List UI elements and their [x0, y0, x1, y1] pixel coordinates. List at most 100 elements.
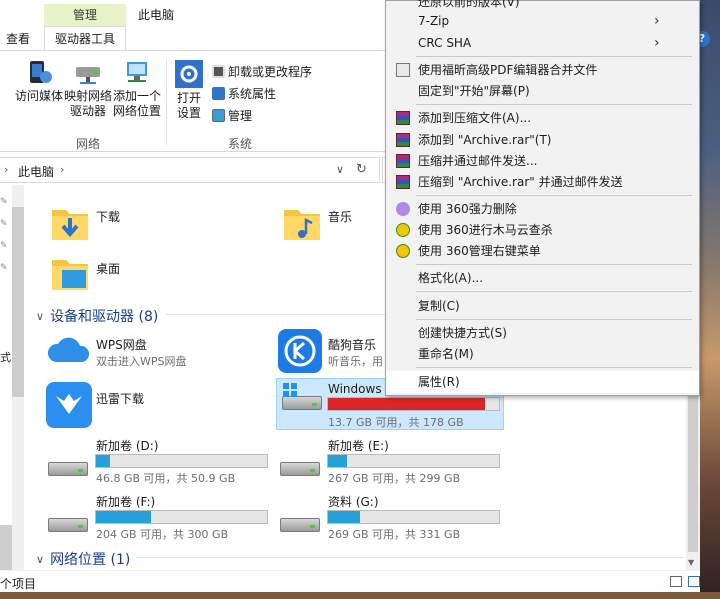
manage-button[interactable]: 管理: [212, 107, 252, 124]
menu-item-foxit-merge[interactable]: 使用福昕高级PDF编辑器合并文件: [386, 59, 699, 81]
winrar-icon: [396, 111, 410, 125]
computer-manage-icon: [212, 109, 225, 122]
tab-manage[interactable]: 管理: [44, 4, 126, 26]
address-bar[interactable]: › 此电脑 › ∨ ↻: [0, 157, 380, 183]
tab-drive-tools[interactable]: 驱动器工具: [44, 26, 126, 50]
ribbon-separator: [166, 59, 167, 145]
drive-name[interactable]: 新加卷 (D:): [96, 437, 158, 454]
scroll-down-icon[interactable]: ▼: [688, 558, 694, 567]
network-location-icon: [127, 62, 147, 82]
menu-item-pin-start[interactable]: 固定到"开始"屏幕(P): [386, 80, 699, 102]
menu-item-label: 使用 360进行木马云查杀: [418, 223, 553, 237]
drive-usage-bar: [327, 454, 500, 468]
foxit-pdf-icon: [396, 63, 410, 77]
menu-item-rename[interactable]: 重命名(M): [386, 343, 699, 365]
address-path-chevron[interactable]: ›: [60, 163, 64, 176]
winrar-icon: [396, 175, 410, 189]
access-media-label: 访问媒体: [14, 89, 63, 103]
hard-drive-icon[interactable]: [280, 514, 320, 532]
status-item-count: 个项目: [0, 577, 37, 591]
network-section-header[interactable]: ∨ 网络位置 (1): [36, 549, 130, 569]
add-location-label-2: 网络位置: [112, 104, 161, 118]
kugou-drive-name[interactable]: 酷狗音乐: [328, 336, 376, 353]
drive-name[interactable]: 新加卷 (F:): [96, 493, 155, 510]
downloads-folder-icon[interactable]: [48, 202, 92, 246]
menu-item-format[interactable]: 格式化(A)...: [386, 267, 699, 289]
menu-item-create-shortcut[interactable]: 创建快捷方式(S): [386, 322, 699, 344]
tab-view[interactable]: 查看: [6, 30, 30, 47]
system-properties-button[interactable]: 系统属性: [212, 85, 276, 102]
hard-drive-icon[interactable]: [280, 458, 320, 476]
menu-item-compress-email[interactable]: 压缩并通过邮件发送...: [386, 150, 699, 172]
details-view-icon[interactable]: [670, 576, 682, 587]
windows-logo-icon: [283, 383, 297, 397]
status-bar: 个项目: [0, 570, 700, 592]
menu-item-add-archive-rar[interactable]: 添加到 "Archive.rar"(T): [386, 129, 699, 151]
nav-item-partial[interactable]: 式: [0, 349, 11, 365]
wps-drive-name[interactable]: WPS网盘: [96, 336, 147, 353]
system-properties-label: 系统属性: [228, 87, 277, 101]
address-root-chevron[interactable]: ›: [4, 163, 8, 176]
drive-usage-bar: [95, 510, 268, 524]
uninstall-label: 卸载或更改程序: [228, 65, 313, 79]
devices-section-title: 设备和驱动器 (8): [50, 309, 159, 325]
360-delete-icon: [396, 202, 410, 216]
pin-icon: ✎: [0, 219, 8, 229]
360-scan-icon: [396, 223, 410, 237]
open-settings-button[interactable]: 打开 设置: [172, 59, 206, 121]
menu-item-crc-sha[interactable]: CRC SHA ›: [386, 32, 699, 54]
navigation-pane: ✎ ✎ ✎ ✎ 式: [0, 185, 26, 570]
folder-name[interactable]: 音乐: [328, 208, 352, 225]
menu-item-360-delete[interactable]: 使用 360强力删除: [386, 198, 699, 220]
xunlei-download-icon[interactable]: [46, 382, 92, 428]
chevron-down-icon: ∨: [36, 309, 45, 323]
drive-name[interactable]: Windows (: [328, 382, 390, 396]
access-media-button[interactable]: 访问媒体: [14, 57, 64, 104]
devices-section-header[interactable]: ∨ 设备和驱动器 (8): [36, 306, 158, 326]
submenu-arrow-icon: ›: [654, 35, 660, 51]
refresh-icon[interactable]: ↻: [356, 162, 367, 177]
menu-item-360-scan[interactable]: 使用 360进行木马云查杀: [386, 219, 699, 241]
menu-item-label: 使用 360强力删除: [418, 202, 517, 216]
menu-item-label: CRC SHA: [418, 36, 472, 50]
menu-item-label: 7-Zip: [418, 14, 450, 28]
menu-item-compress-rar-email[interactable]: 压缩到 "Archive.rar" 并通过邮件发送: [386, 171, 699, 193]
drive-usage-fill: [328, 398, 486, 410]
wps-cloud-icon[interactable]: [46, 332, 92, 368]
music-folder-icon[interactable]: [280, 202, 324, 246]
folder-name[interactable]: 下载: [96, 208, 120, 225]
menu-item-copy[interactable]: 复制(C): [386, 295, 699, 317]
menu-item-label: 添加到 "Archive.rar"(T): [418, 133, 552, 147]
address-history-dropdown[interactable]: ∨: [336, 163, 344, 176]
address-path[interactable]: 此电脑: [18, 163, 54, 180]
nav-scrollbar-thumb[interactable]: [12, 207, 24, 397]
drive-usage-fill: [328, 455, 347, 467]
add-network-location-button[interactable]: 添加一个 网络位置: [112, 57, 162, 119]
menu-item-7zip[interactable]: 7-Zip ›: [386, 10, 699, 32]
desktop-folder-icon[interactable]: [48, 256, 92, 296]
menu-separator: [416, 319, 692, 320]
menu-item-label: 复制(C): [418, 299, 460, 313]
map-network-drive-button[interactable]: 映射网络 驱动器: [64, 57, 112, 119]
xunlei-drive-name[interactable]: 迅雷下载: [96, 390, 144, 407]
wps-drive-subtitle: 双击进入WPS网盘: [96, 355, 187, 368]
menu-item-label: 压缩到 "Archive.rar" 并通过邮件发送: [418, 175, 623, 189]
menu-item-add-archive[interactable]: 添加到压缩文件(A)...: [386, 107, 699, 129]
drive-usage-fill: [328, 511, 361, 523]
tiles-view-icon[interactable]: [688, 576, 700, 587]
nav-scrollbar-lower[interactable]: [0, 525, 12, 570]
drive-name[interactable]: 资料 (G:): [328, 493, 379, 510]
folder-name[interactable]: 桌面: [96, 260, 120, 277]
menu-separator: [416, 367, 692, 368]
menu-item-properties[interactable]: 属性(R): [386, 371, 699, 393]
drive-name[interactable]: 新加卷 (E:): [328, 437, 389, 454]
menu-item-360-menu-manage[interactable]: 使用 360管理右键菜单: [386, 240, 699, 262]
kugou-music-icon[interactable]: [278, 329, 322, 373]
hard-drive-icon[interactable]: [48, 458, 88, 476]
submenu-arrow-icon: ›: [654, 13, 660, 29]
windows-drive-icon[interactable]: [282, 383, 322, 410]
hard-drive-icon[interactable]: [48, 514, 88, 532]
kugou-drive-subtitle: 听音乐，用: [328, 355, 383, 368]
uninstall-program-button[interactable]: 卸载或更改程序: [212, 63, 312, 80]
chevron-down-icon: ∨: [36, 552, 45, 566]
